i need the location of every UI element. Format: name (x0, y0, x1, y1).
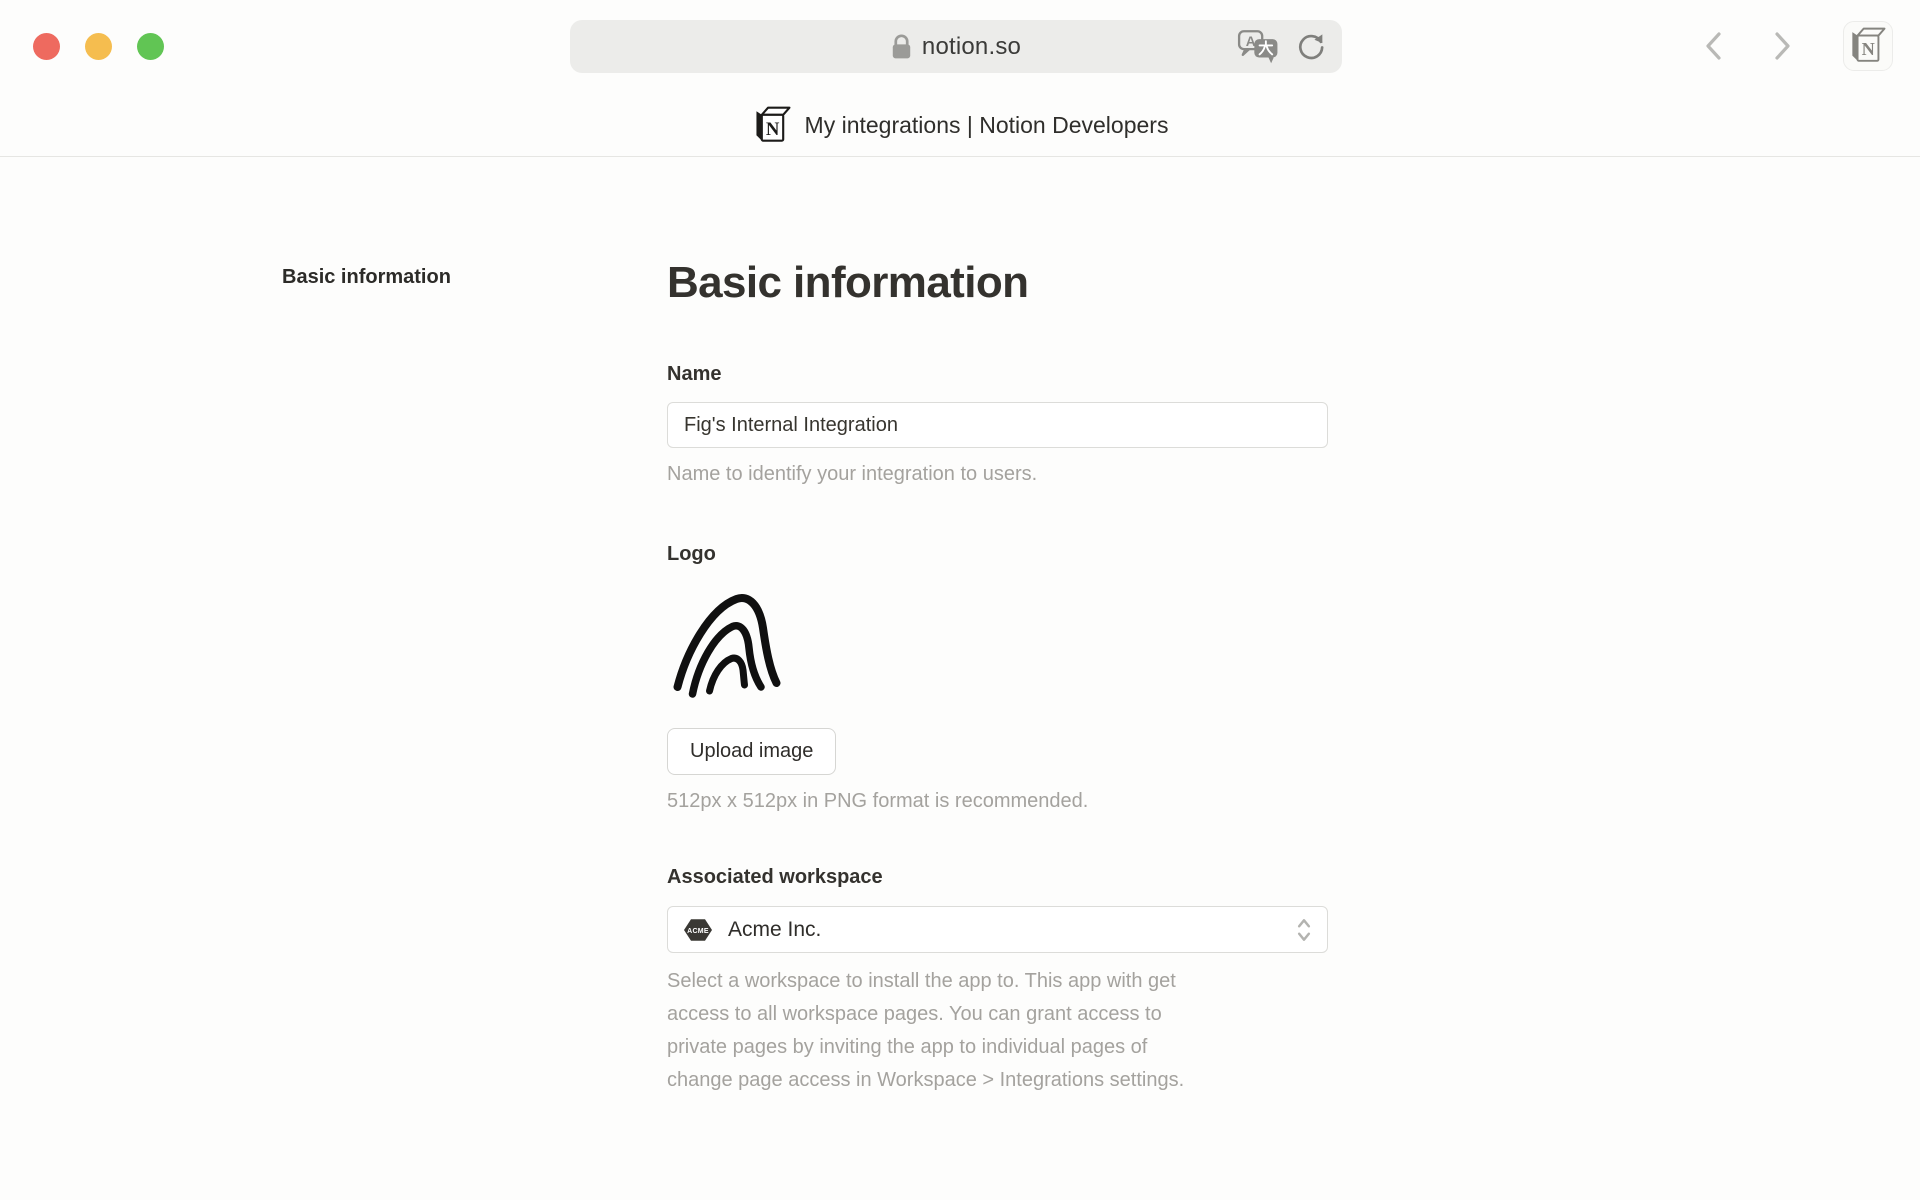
acme-workspace-icon: ACME (682, 916, 714, 944)
back-button[interactable] (1700, 28, 1728, 64)
name-help-text: Name to identify your integration to use… (667, 463, 1037, 486)
svg-text:N: N (765, 118, 779, 139)
reload-button[interactable] (1294, 29, 1328, 65)
integration-logo-image (672, 590, 790, 698)
associated-workspace-label: Associated workspace (667, 866, 883, 889)
translate-button[interactable]: A (1236, 29, 1280, 65)
svg-text:A: A (1246, 33, 1256, 48)
logo-help-text: 512px x 512px in PNG format is recommend… (667, 790, 1088, 813)
workspace-help-text: Select a workspace to install the app to… (667, 965, 1327, 1097)
page-title-row: N My integrations | Notion Developers (0, 100, 1920, 150)
zoom-button[interactable] (137, 33, 164, 60)
browser-chrome: notion.so A (0, 0, 1920, 157)
url-text: notion.so (922, 33, 1021, 61)
svg-text:N: N (1862, 39, 1875, 59)
svg-text:ACME: ACME (687, 928, 709, 935)
notion-app-icon[interactable]: N (1843, 21, 1893, 71)
minimize-button[interactable] (85, 33, 112, 60)
address-bar[interactable]: notion.so A (570, 20, 1342, 73)
sidebar-item-basic-information[interactable]: Basic information (282, 266, 451, 289)
tab-title: My integrations | Notion Developers (805, 112, 1169, 139)
name-input[interactable] (667, 402, 1328, 448)
page-title: Basic information (667, 258, 1328, 308)
lock-icon (891, 33, 912, 60)
logo-label: Logo (667, 543, 716, 566)
upload-image-button[interactable]: Upload image (667, 728, 836, 775)
workspace-select-value: Acme Inc. (728, 918, 821, 942)
notion-logo-icon: N (752, 105, 793, 146)
workspace-select[interactable]: ACME Acme Inc. (667, 906, 1328, 953)
window-controls (33, 33, 164, 60)
name-label: Name (667, 363, 721, 386)
close-button[interactable] (33, 33, 60, 60)
forward-button[interactable] (1768, 28, 1796, 64)
updown-chevron-icon (1295, 916, 1313, 944)
